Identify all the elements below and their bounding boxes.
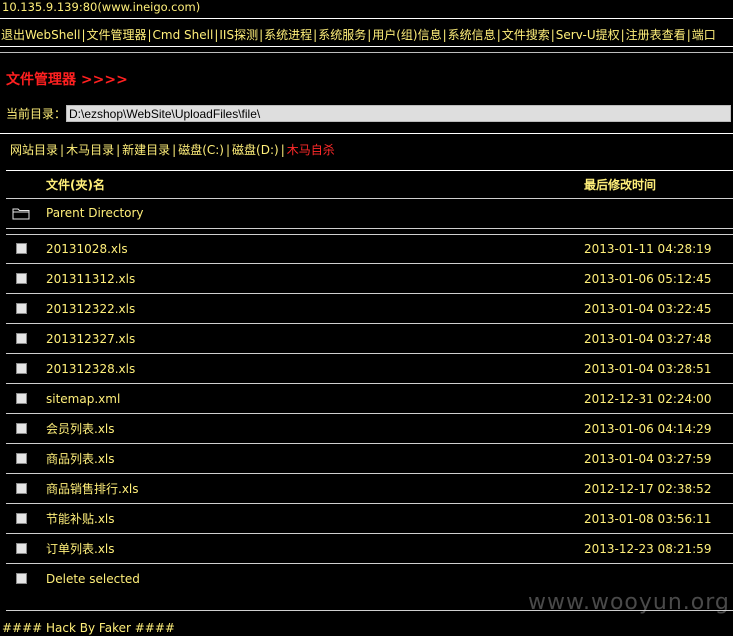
table-row: 商品列表.xls 2013-01-04 03:27:59: [0, 444, 733, 474]
table-row: 201312328.xls 2013-01-04 03:28:51: [0, 354, 733, 384]
column-header-name: 文件(夹)名: [46, 178, 105, 192]
file-checkbox[interactable]: [16, 483, 27, 494]
menu-item-system-info[interactable]: 系统信息: [448, 28, 496, 42]
watermark: www.wooyun.org: [528, 590, 730, 615]
file-name-link[interactable]: 201311312.xls: [46, 271, 135, 287]
file-name-link[interactable]: 节能补贴.xls: [46, 511, 115, 527]
header-row-divider: [6, 198, 733, 199]
current-dir-input[interactable]: [66, 105, 731, 122]
nav-site-dir[interactable]: 网站目录: [10, 143, 58, 157]
menu-item-processes[interactable]: 系统进程: [264, 28, 312, 42]
file-name-link[interactable]: 订单列表.xls: [46, 541, 115, 557]
table-row: 会员列表.xls 2013-01-06 04:14:29: [0, 414, 733, 444]
file-name-link[interactable]: 20131028.xls: [46, 241, 128, 257]
file-modified-time: 2013-01-04 03:28:51: [584, 362, 712, 376]
nav-trojan-dir[interactable]: 木马目录: [66, 143, 114, 157]
nav-disk-d[interactable]: 磁盘(D:): [232, 143, 279, 157]
file-checkbox[interactable]: [16, 363, 27, 374]
table-row: 节能补贴.xls 2013-01-08 03:56:11: [0, 504, 733, 534]
page-title: 文件管理器 >>>>: [6, 72, 128, 88]
folder-icon: [12, 208, 30, 220]
nav-new-dir[interactable]: 新建目录: [122, 143, 170, 157]
menu-item-file-search[interactable]: 文件搜索: [502, 28, 550, 42]
file-checkbox[interactable]: [16, 453, 27, 464]
nav-disk-c[interactable]: 磁盘(C:): [178, 143, 224, 157]
file-modified-time: 2013-12-23 08:21:59: [584, 542, 712, 556]
column-header-time: 最后修改时间: [584, 178, 657, 192]
file-checkbox[interactable]: [16, 273, 27, 284]
table-row: 商品销售排行.xls 2012-12-17 02:38:52: [0, 474, 733, 504]
main-menu: 退出WebShell|文件管理器|Cmd Shell|IIS探测|系统进程|系统…: [1, 28, 716, 42]
file-name-link[interactable]: 商品列表.xls: [46, 451, 115, 467]
footer-divider: [6, 610, 733, 611]
menu-item-ports[interactable]: 端口: [692, 28, 716, 42]
file-checkbox[interactable]: [16, 513, 27, 524]
file-name-link[interactable]: sitemap.xml: [46, 391, 120, 407]
file-modified-time: 2013-01-11 04:28:19: [584, 242, 712, 256]
file-checkbox[interactable]: [16, 333, 27, 344]
table-row: 订单列表.xls 2013-12-23 08:21:59: [0, 534, 733, 564]
menu-item-cmd-shell[interactable]: Cmd Shell: [153, 28, 214, 42]
menu-item-logout[interactable]: 退出WebShell: [1, 28, 80, 42]
file-name-link[interactable]: 201312322.xls: [46, 301, 135, 317]
file-name-link[interactable]: 会员列表.xls: [46, 421, 115, 437]
menu-item-servu[interactable]: Serv-U提权: [556, 28, 620, 42]
file-modified-time: 2013-01-06 04:14:29: [584, 422, 712, 436]
file-name-link[interactable]: 201312328.xls: [46, 361, 135, 377]
menu-item-iis-probe[interactable]: IIS探测: [219, 28, 258, 42]
menu-divider: [0, 46, 733, 47]
menu-divider-2: [0, 52, 733, 53]
file-modified-time: 2012-12-17 02:38:52: [584, 482, 712, 496]
subnav-divider-top: [0, 133, 733, 134]
file-modified-time: 2012-12-31 02:24:00: [584, 392, 712, 406]
dir-nav: 网站目录 | 木马目录 | 新建目录 | 磁盘(C:) | 磁盘(D:) | 木马自杀: [10, 143, 335, 157]
file-modified-time: 2013-01-08 03:56:11: [584, 512, 712, 526]
table-top-border: [6, 170, 733, 171]
menu-item-services[interactable]: 系统服务: [318, 28, 366, 42]
file-modified-time: 2013-01-06 05:12:45: [584, 272, 712, 286]
table-row: 201311312.xls 2013-01-06 05:12:45: [0, 264, 733, 294]
host-header: 10.135.9.139:80(www.ineigo.com): [2, 0, 201, 14]
file-checkbox[interactable]: [16, 423, 27, 434]
file-modified-time: 2013-01-04 03:27:48: [584, 332, 712, 346]
parent-row-divider: [6, 228, 733, 229]
file-modified-time: 2013-01-04 03:27:59: [584, 452, 712, 466]
select-all-checkbox[interactable]: [16, 573, 27, 584]
file-name-link[interactable]: 201312327.xls: [46, 331, 135, 347]
nav-self-delete[interactable]: 木马自杀: [287, 143, 335, 157]
header-divider: [0, 18, 733, 19]
file-modified-time: 2013-01-04 03:22:45: [584, 302, 712, 316]
file-checkbox[interactable]: [16, 393, 27, 404]
file-name-link[interactable]: 商品销售排行.xls: [46, 481, 139, 497]
table-row: 20131028.xls 2013-01-11 04:28:19: [0, 234, 733, 264]
file-checkbox[interactable]: [16, 243, 27, 254]
menu-item-registry[interactable]: 注册表查看: [626, 28, 686, 42]
table-row: 201312327.xls 2013-01-04 03:27:48: [0, 324, 733, 354]
menu-item-file-manager[interactable]: 文件管理器: [86, 28, 146, 42]
table-row: sitemap.xml 2012-12-31 02:24:00: [0, 384, 733, 414]
table-row: 201312322.xls 2013-01-04 03:22:45: [0, 294, 733, 324]
file-checkbox[interactable]: [16, 303, 27, 314]
delete-selected-button[interactable]: Delete selected: [46, 571, 140, 587]
parent-directory-link[interactable]: Parent Directory: [46, 205, 144, 221]
file-checkbox[interactable]: [16, 543, 27, 554]
menu-item-users[interactable]: 用户(组)信息: [372, 28, 441, 42]
current-dir-label: 当前目录：: [6, 107, 67, 121]
